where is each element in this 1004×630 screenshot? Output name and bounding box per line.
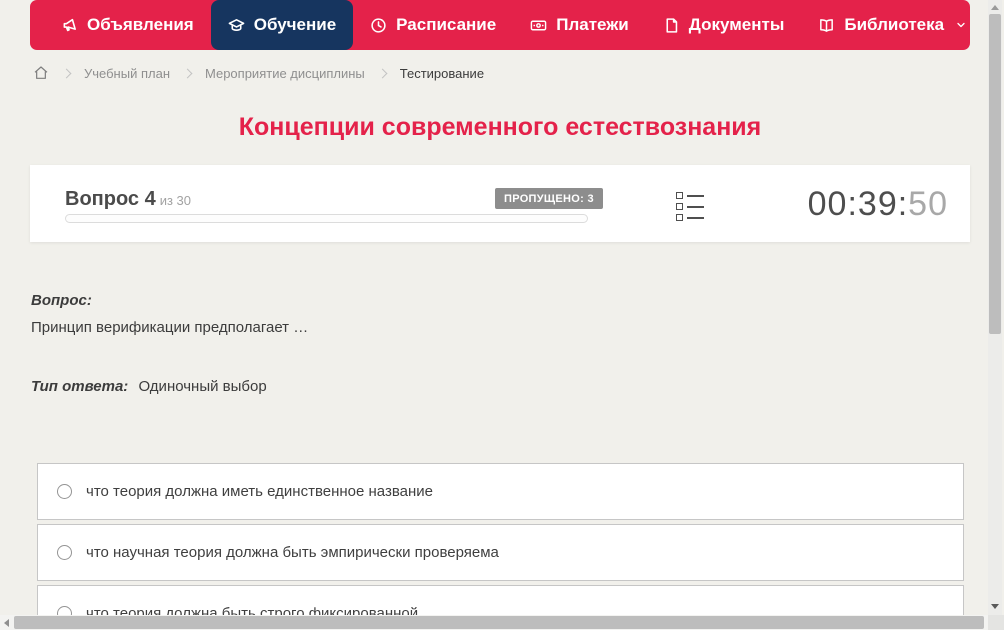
timer-hours-minutes: 00:39: — [807, 185, 909, 223]
answer-option-label: что научная теория должна быть эмпиричес… — [86, 544, 499, 561]
graduation-cap-icon — [228, 17, 245, 34]
breadcrumb-testing: Тестирование — [399, 65, 485, 81]
breadcrumb-separator-icon — [61, 68, 72, 78]
horizontal-scrollbar[interactable] — [0, 615, 1004, 630]
home-icon[interactable] — [33, 65, 49, 81]
nav-item-learning[interactable]: Обучение — [210, 0, 354, 50]
list-icon-row — [676, 203, 704, 210]
timer: 00:39:50 — [808, 185, 948, 224]
list-icon-row — [676, 192, 704, 199]
nav-item-documents[interactable]: Документы — [646, 0, 802, 50]
question-panel: Вопрос 4 из 30 ПРОПУЩЕНО: 3 00:39:50 — [30, 165, 970, 242]
question-label: Вопрос: — [31, 292, 92, 309]
vertical-scrollbar-thumb[interactable] — [989, 14, 1001, 334]
radio-button[interactable] — [57, 484, 72, 499]
breadcrumb-separator-icon — [377, 68, 388, 78]
scrollbar-corner — [988, 615, 1004, 630]
nav-item-label: Библиотека — [844, 15, 945, 34]
megaphone-icon — [61, 17, 78, 34]
chevron-down-icon — [955, 19, 967, 31]
nav-item-label: Обучение — [253, 15, 337, 34]
question-text: Принцип верификации предполагает … — [31, 319, 309, 336]
document-icon — [663, 17, 680, 34]
answer-option-2[interactable]: что научная теория должна быть эмпиричес… — [37, 524, 964, 581]
page-title: Концепции современного естествознания — [238, 113, 762, 141]
nav-item-payments[interactable]: Платежи — [513, 0, 646, 50]
list-icon-row — [676, 214, 704, 221]
nav-item-label: Документы — [688, 15, 785, 34]
question-counter: из 30 — [159, 193, 192, 208]
scroll-up-arrow-icon[interactable] — [991, 5, 999, 10]
nav-item-label: Платежи — [556, 15, 629, 34]
open-book-icon — [818, 17, 835, 34]
nav-item-label: Объявления — [87, 15, 194, 34]
breadcrumb-separator-icon — [182, 68, 193, 78]
question-list-icon[interactable] — [676, 192, 704, 225]
banknote-icon — [530, 17, 547, 34]
breadcrumb-discipline-event[interactable]: Мероприятие дисциплины — [205, 66, 365, 81]
question-block: Вопрос: Принцип верификации предполагает… — [31, 292, 951, 336]
answer-type-row: Тип ответа: Одиночный выбор — [31, 378, 267, 395]
scroll-down-arrow-icon[interactable] — [991, 604, 999, 609]
nav-item-schedule[interactable]: Расписание — [353, 0, 513, 50]
answer-option-1[interactable]: что теория должна иметь единственное наз… — [37, 463, 964, 520]
horizontal-scrollbar-thumb[interactable] — [14, 616, 984, 629]
nav-item-label: Расписание — [396, 15, 497, 34]
vertical-scrollbar[interactable] — [988, 0, 1002, 615]
answer-options: что теория должна иметь единственное наз… — [37, 463, 964, 630]
timer-seconds: 50 — [908, 185, 948, 223]
answer-type-value: Одиночный выбор — [138, 378, 267, 395]
nav-item-library[interactable]: Библиотека — [801, 0, 984, 50]
progress-bar — [65, 214, 588, 223]
answer-type-label: Тип ответа: — [31, 378, 129, 395]
nav-item-announcements[interactable]: Объявления — [44, 0, 211, 50]
main-nav: Объявления Обучение Расписание Платежи Д… — [30, 0, 970, 50]
skipped-badge: ПРОПУЩЕНО: 3 — [495, 188, 603, 209]
clock-icon — [370, 17, 387, 34]
breadcrumb-study-plan[interactable]: Учебный план — [84, 66, 170, 81]
question-number-label: Вопрос 4 — [65, 188, 156, 210]
radio-button[interactable] — [57, 545, 72, 560]
question-number: Вопрос 4 из 30 — [65, 188, 191, 211]
scroll-left-arrow-icon[interactable] — [4, 619, 9, 627]
answer-option-label: что теория должна иметь единственное наз… — [86, 483, 433, 500]
breadcrumb: Учебный план Мероприятие дисциплины Тест… — [33, 62, 484, 84]
